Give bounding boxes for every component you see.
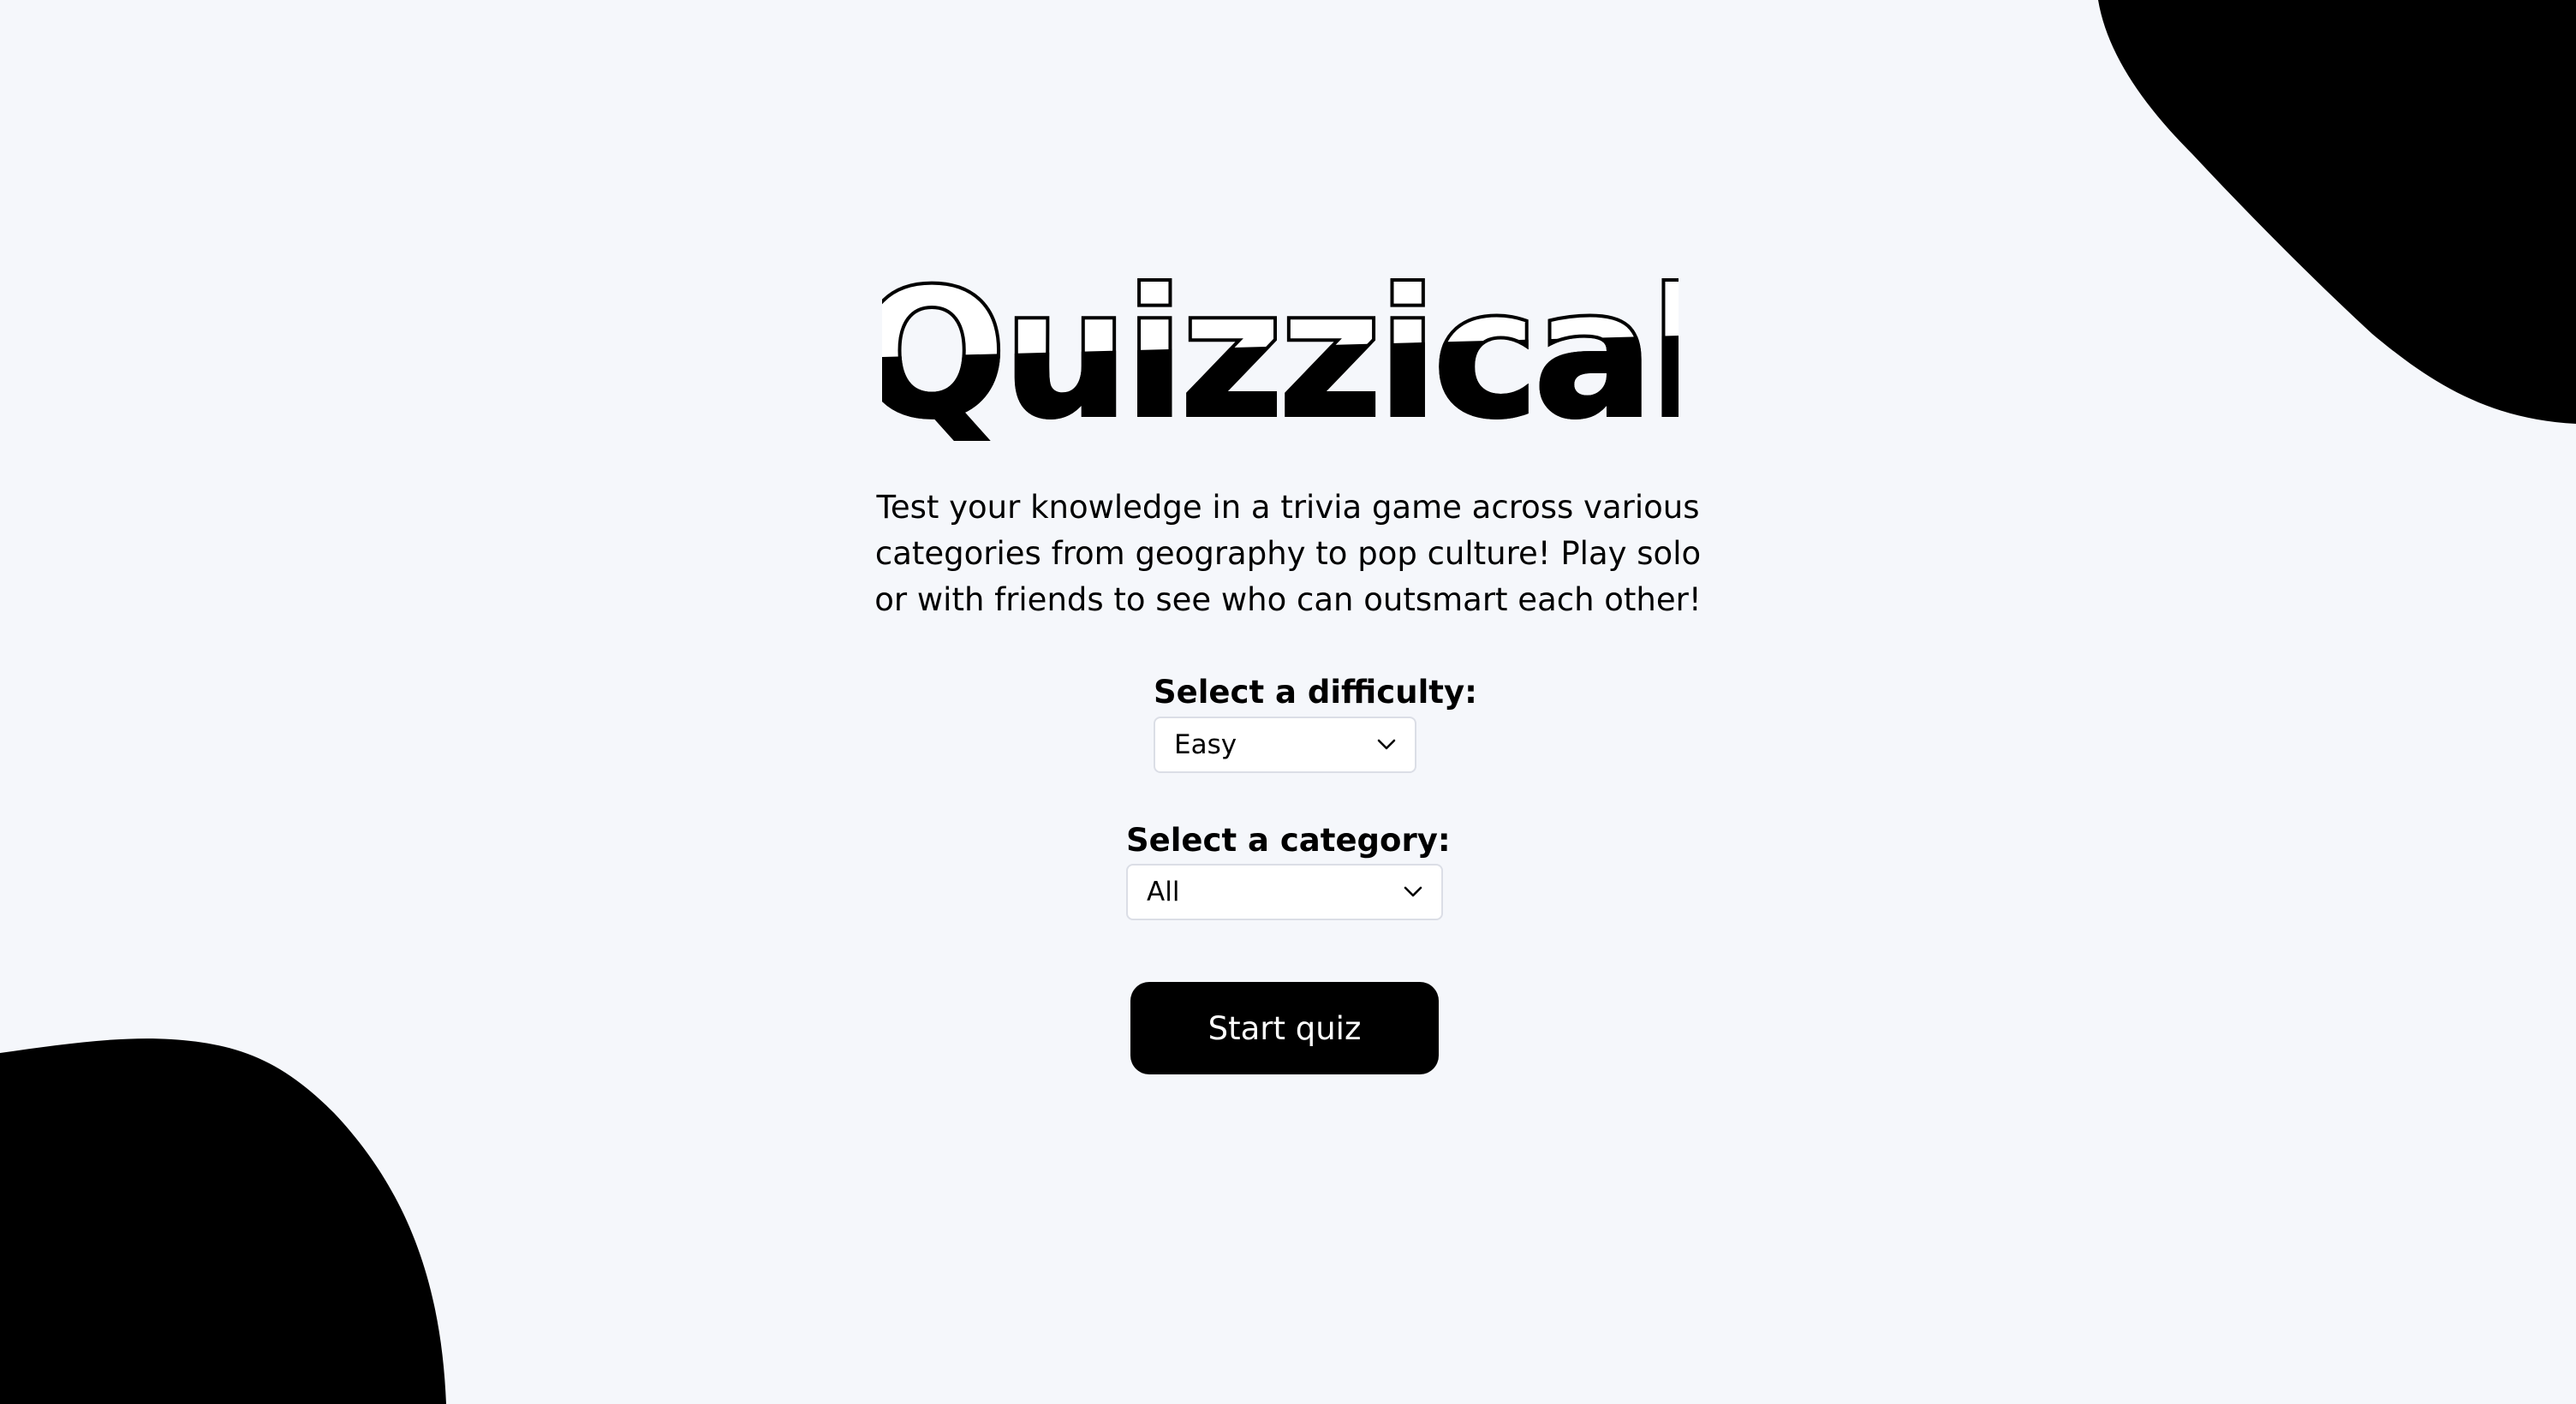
difficulty-select-value: Easy bbox=[1174, 729, 1237, 760]
decorative-blob-bottom-left bbox=[0, 1038, 446, 1404]
chevron-down-icon bbox=[1404, 886, 1422, 897]
category-label: Select a category: bbox=[1126, 822, 1451, 859]
start-quiz-button[interactable]: Start quiz bbox=[1130, 982, 1439, 1074]
app-logo: Quizzical Quizzical bbox=[882, 257, 1679, 441]
difficulty-label: Select a difficulty: bbox=[1154, 674, 1477, 711]
category-select[interactable]: All bbox=[1126, 864, 1443, 920]
chevron-down-icon bbox=[1377, 739, 1396, 750]
intro-text: Test your knowledge in a trivia game acr… bbox=[874, 489, 1702, 618]
category-select-value: All bbox=[1147, 876, 1180, 907]
decorative-blob-top-right bbox=[2098, 0, 2576, 424]
difficulty-select[interactable]: Easy bbox=[1154, 717, 1416, 773]
